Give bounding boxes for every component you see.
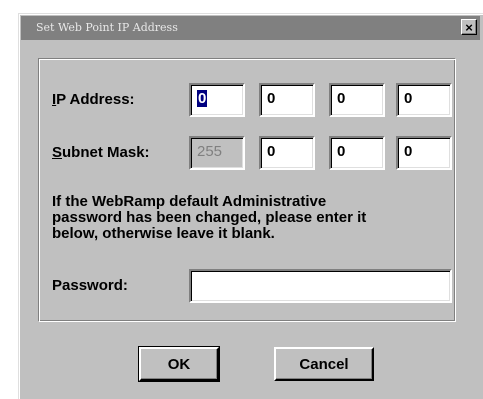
mask-octet-3-input[interactable]: 0 bbox=[329, 136, 385, 170]
title-bar[interactable]: Set Web Point IP Address × bbox=[21, 16, 480, 40]
password-instructions: If the WebRamp default Administrative pa… bbox=[52, 194, 452, 242]
mask-octet-4-input[interactable]: 0 bbox=[396, 136, 452, 170]
ip-octet-4-input[interactable]: 0 bbox=[396, 83, 452, 117]
close-icon: × bbox=[465, 19, 473, 35]
ip-octet-2-input[interactable]: 0 bbox=[259, 83, 315, 117]
close-button[interactable]: × bbox=[461, 19, 477, 35]
ok-button[interactable]: OK bbox=[138, 346, 220, 382]
mask-octet-2-input[interactable]: 0 bbox=[259, 136, 315, 170]
ip-address-label: IP Address: bbox=[52, 91, 135, 108]
subnet-mask-label: Subnet Mask: bbox=[52, 144, 150, 161]
instructions-line: below, otherwise leave it blank. bbox=[52, 225, 275, 242]
cancel-button[interactable]: Cancel bbox=[274, 347, 374, 381]
instructions-line: If the WebRamp default Administrative bbox=[52, 193, 327, 210]
window-title: Set Web Point IP Address bbox=[36, 21, 178, 34]
instructions-line: password has been changed, please enter … bbox=[52, 209, 367, 226]
mask-octet-1-input: 255 bbox=[189, 136, 245, 170]
ip-octet-1-input[interactable]: 0 bbox=[189, 83, 245, 117]
ip-octet-3-input[interactable]: 0 bbox=[329, 83, 385, 117]
password-input[interactable] bbox=[189, 269, 452, 303]
password-label: Password: bbox=[52, 277, 128, 294]
dialog-window: Set Web Point IP Address × IP Address: 0… bbox=[18, 13, 483, 399]
